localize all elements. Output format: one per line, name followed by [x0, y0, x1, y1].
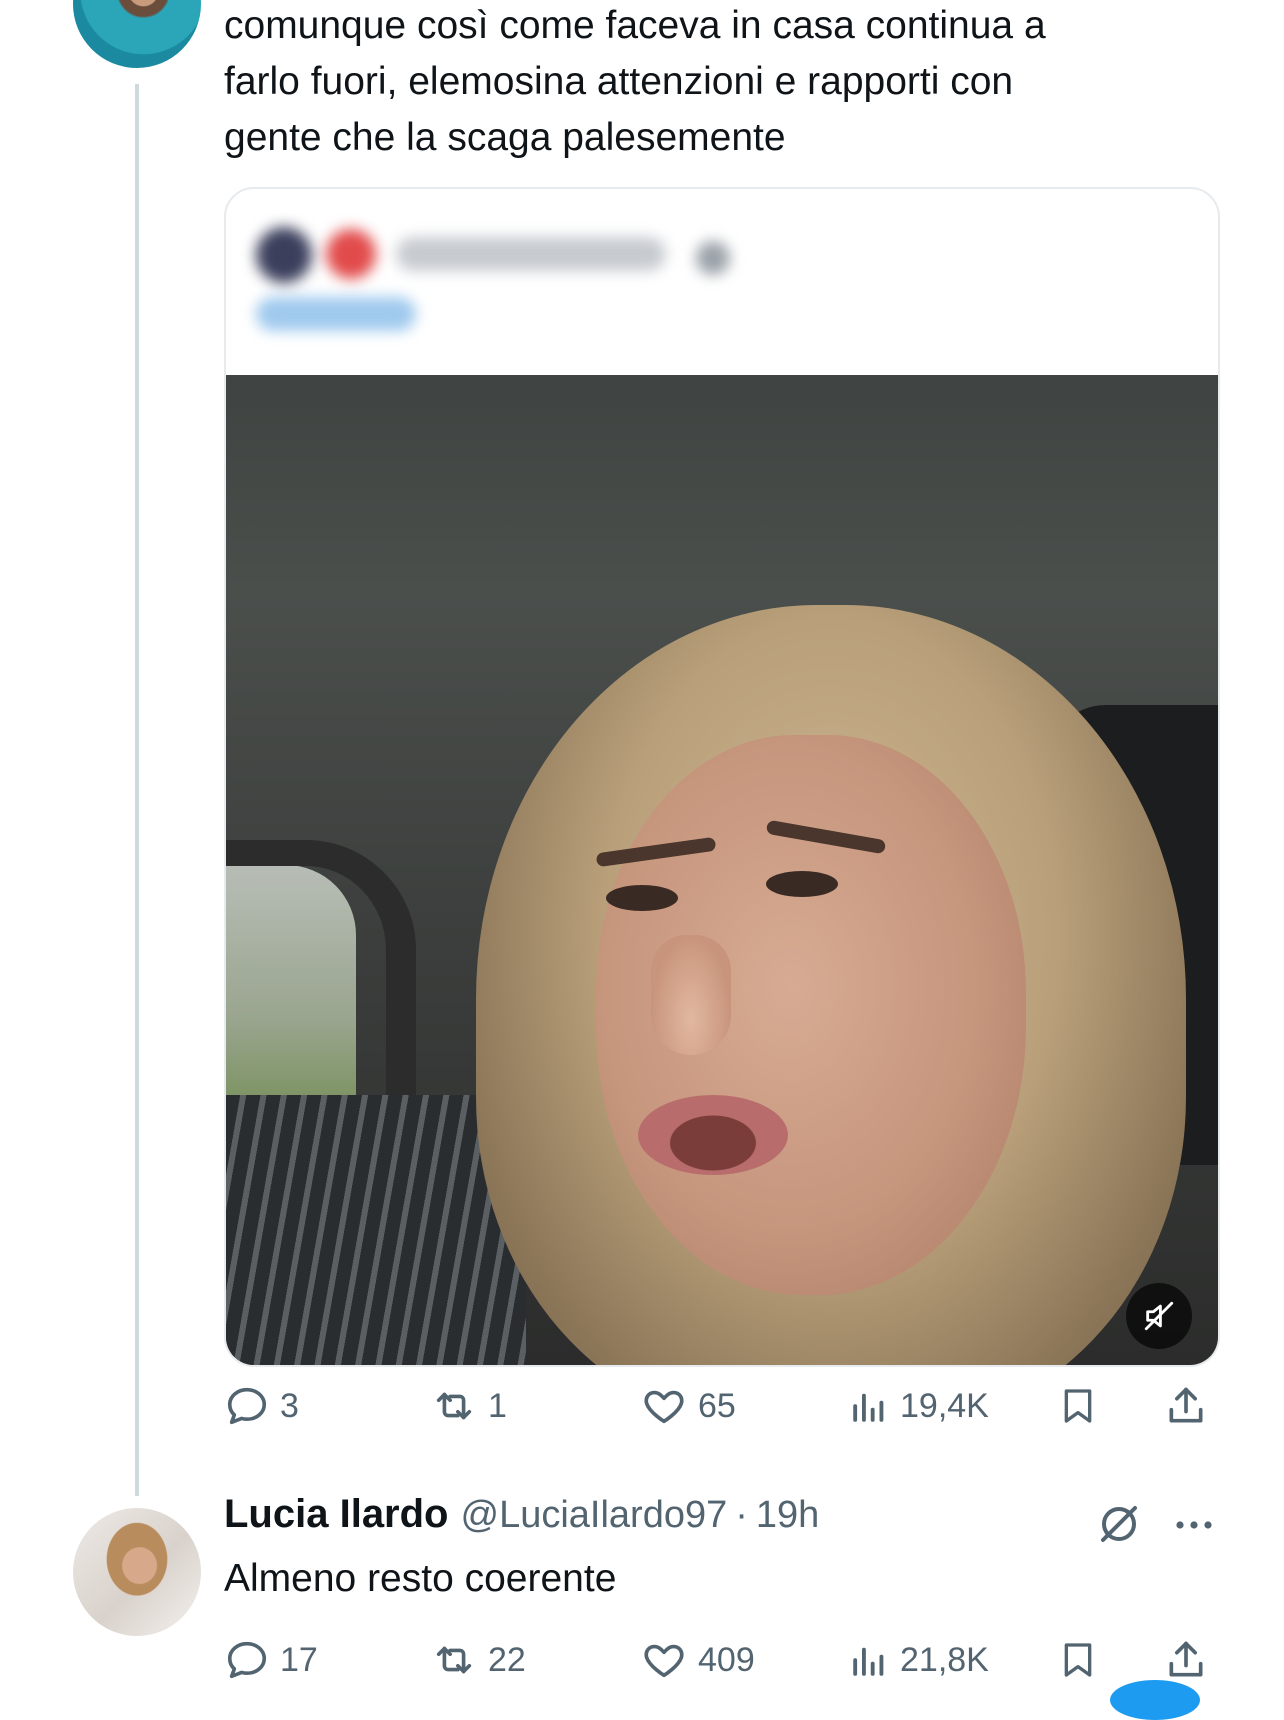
- reply-author-avatar[interactable]: [73, 1508, 201, 1636]
- tweet-action-bar: 3 1 65 19,4K: [224, 1376, 1216, 1436]
- repost-count: 22: [488, 1640, 526, 1679]
- like-button[interactable]: 409: [640, 1630, 755, 1690]
- grok-icon[interactable]: [1095, 1500, 1143, 1548]
- mouth: [638, 1095, 788, 1175]
- author-handle[interactable]: @LuciaIlardo97: [461, 1494, 728, 1537]
- view-count: 19,4K: [900, 1386, 989, 1425]
- tweet-text-line: comunque così come faceva in casa contin…: [224, 4, 1046, 47]
- quoted-tweet-header-blurred: [226, 189, 1218, 375]
- speaker-muted-icon[interactable]: [1126, 1283, 1192, 1349]
- repost-button[interactable]: 22: [430, 1630, 526, 1690]
- separator-dot: ·: [735, 1494, 748, 1536]
- like-count: 409: [698, 1640, 755, 1679]
- reply-header: Lucia Ilardo @LuciaIlardo97 · 19h: [224, 1492, 819, 1548]
- reply-count: 3: [280, 1386, 299, 1425]
- repost-icon: [436, 1392, 472, 1420]
- heart-icon: [644, 1644, 684, 1678]
- tweet-text: comunque così come faceva in casa contin…: [224, 0, 1224, 166]
- thread-connector-line: [135, 84, 139, 1496]
- video-player[interactable]: [226, 375, 1218, 1365]
- bookmark-icon: [1064, 1389, 1092, 1423]
- post-timestamp[interactable]: 19h: [756, 1494, 819, 1537]
- tweet-text-line: farlo fuori, elemosina attenzioni e rapp…: [224, 60, 1014, 103]
- views-button[interactable]: 19,4K: [848, 1376, 989, 1436]
- more-options-icon[interactable]: [1170, 1505, 1218, 1545]
- eye-right: [766, 871, 838, 897]
- reply-button[interactable]: 17: [224, 1630, 318, 1690]
- reply-icon: [227, 1387, 267, 1425]
- bookmark-button[interactable]: [1048, 1630, 1108, 1690]
- share-icon: [1169, 1387, 1203, 1423]
- reply-button[interactable]: 3: [224, 1376, 299, 1436]
- author-display-name[interactable]: Lucia Ilardo: [224, 1492, 449, 1537]
- repost-icon: [436, 1646, 472, 1674]
- views-chart-icon: [853, 1393, 884, 1422]
- repost-count: 1: [488, 1386, 507, 1425]
- like-button[interactable]: 65: [640, 1376, 736, 1436]
- share-button[interactable]: [1156, 1376, 1216, 1436]
- author-avatar[interactable]: [73, 0, 201, 68]
- reply-text: Almeno resto coerente: [224, 1557, 617, 1600]
- quoted-media-card[interactable]: [224, 187, 1220, 1367]
- views-chart-icon: [853, 1647, 884, 1676]
- like-count: 65: [698, 1386, 736, 1425]
- reply-action-bar: 17 22 409 21,8K: [224, 1630, 1216, 1690]
- eye-left: [606, 885, 678, 911]
- share-icon: [1169, 1641, 1203, 1677]
- views-button[interactable]: 21,8K: [848, 1630, 989, 1690]
- reply-count: 17: [280, 1640, 318, 1679]
- view-count: 21,8K: [900, 1640, 989, 1679]
- tweet-text-line: gente che la scaga palesemente: [224, 116, 786, 159]
- heart-icon: [644, 1390, 684, 1424]
- bookmark-button[interactable]: [1048, 1376, 1108, 1436]
- compose-button[interactable]: [1110, 1680, 1200, 1720]
- bookmark-icon: [1064, 1643, 1092, 1677]
- reply-icon: [227, 1641, 267, 1679]
- nose: [651, 935, 731, 1055]
- repost-button[interactable]: 1: [430, 1376, 507, 1436]
